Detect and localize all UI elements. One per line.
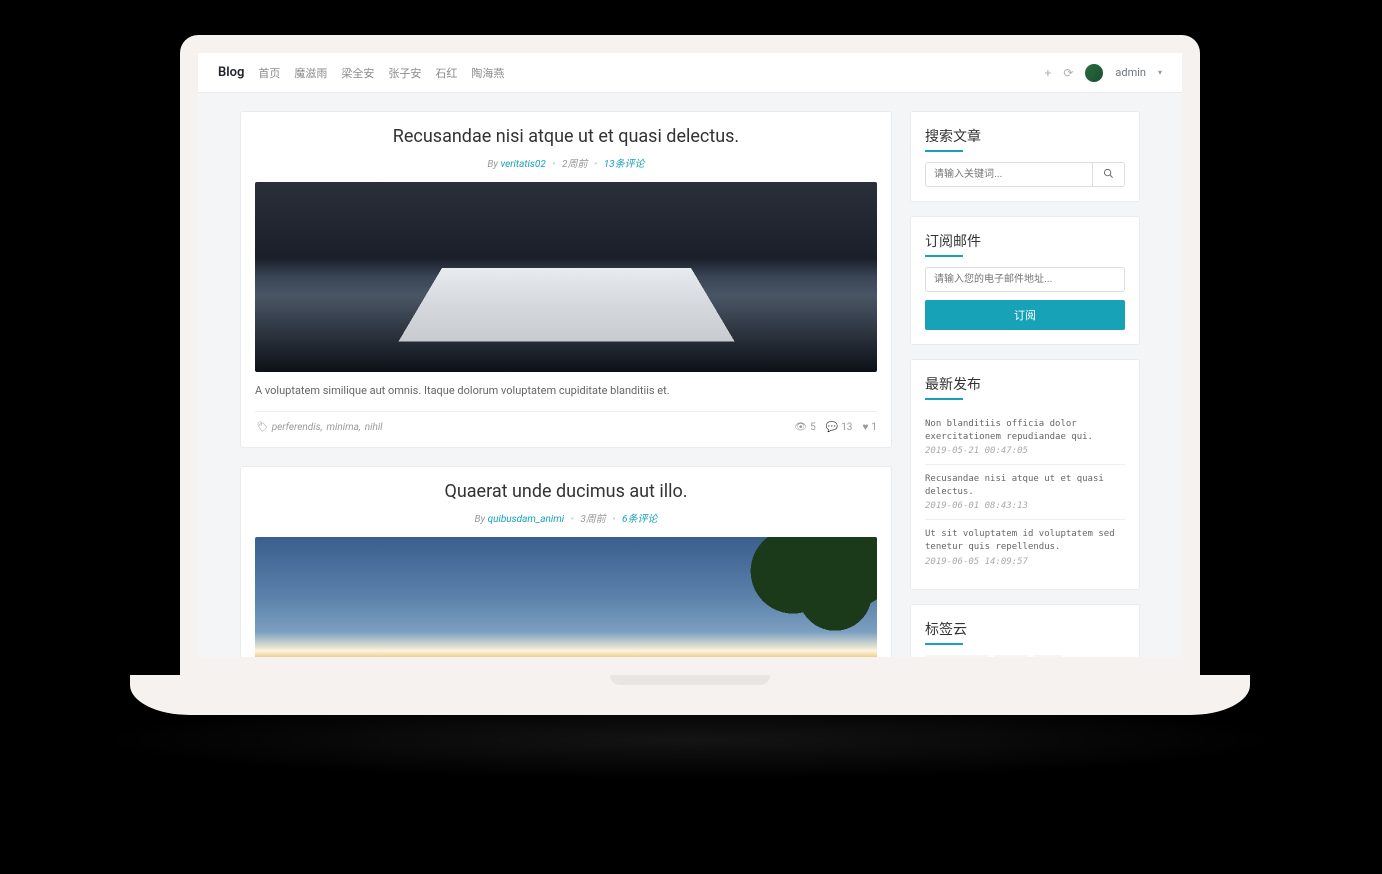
subscribe-widget: 订阅邮件 订阅 (910, 216, 1140, 345)
caret-icon[interactable]: ▾ (1158, 68, 1162, 77)
post-time: 2周前 (562, 159, 587, 170)
post-comments-link[interactable]: 13条评论 (604, 159, 645, 170)
tagcloud-widget: 标签云 consequaturdictanonrepellendusnihilp… (910, 604, 1140, 657)
recent-date: 2019-06-05 14:09:57 (925, 557, 1125, 567)
widget-title: 订阅邮件 (925, 231, 1125, 257)
recent-date: 2019-06-01 08:43:13 (925, 501, 1125, 511)
recent-date: 2019-05-21 00:47:05 (925, 446, 1125, 456)
widget-title: 最新发布 (925, 374, 1125, 400)
tag-link[interactable]: dicta (994, 655, 1028, 657)
nav-link-home[interactable]: 首页 (258, 65, 280, 81)
eye-icon: 👁 (794, 422, 807, 433)
post-image[interactable] (255, 537, 877, 657)
like-count: 1 (871, 422, 877, 433)
recent-widget: 最新发布 Non blanditiis officia dolor exerci… (910, 359, 1140, 590)
tag-link[interactable]: nihil (365, 422, 383, 433)
post-meta: By veritatis02 • 2周前 • 13条评论 (255, 155, 877, 170)
tag-link[interactable]: perferendis, (272, 422, 323, 433)
heart-icon[interactable]: ♥ (862, 422, 868, 433)
email-input[interactable] (925, 267, 1125, 292)
nav-link-2[interactable]: 梁全安 (341, 65, 374, 81)
plus-icon[interactable]: + (1045, 66, 1052, 80)
nav-link-5[interactable]: 陶海燕 (471, 65, 504, 81)
search-icon (1103, 168, 1114, 179)
screen-bezel: Blog 首页 魔滋雨 梁全安 张子安 石红 陶海燕 + ⟳ admin ▾ (180, 35, 1200, 675)
post-meta: By quibusdam_animi • 3周前 • 6条评论 (255, 510, 877, 525)
post-card: Recusandae nisi atque ut et quasi delect… (240, 111, 892, 448)
widget-title: 搜索文章 (925, 126, 1125, 152)
sidebar: 搜索文章 订阅邮件 订阅 最新发布 (910, 111, 1140, 657)
nav-link-3[interactable]: 张子安 (388, 65, 421, 81)
by-label: By (475, 514, 486, 525)
tag-link[interactable]: consequatur (925, 655, 989, 657)
nav-link-1[interactable]: 魔滋雨 (294, 65, 327, 81)
avatar[interactable] (1085, 64, 1103, 82)
post-time: 3周前 (580, 514, 605, 525)
view-count: 5 (810, 422, 816, 433)
post-tags: 🏷 perferendis, minima, nihil (255, 422, 383, 433)
main-column: Recusandae nisi atque ut et quasi delect… (240, 111, 892, 657)
subscribe-button[interactable]: 订阅 (925, 300, 1125, 330)
laptop-base (130, 675, 1250, 715)
laptop-frame: Blog 首页 魔滋雨 梁全安 张子安 石红 陶海燕 + ⟳ admin ▾ (180, 35, 1200, 715)
tag-icon: 🏷 (255, 422, 268, 433)
post-title[interactable]: Recusandae nisi atque ut et quasi delect… (255, 126, 877, 147)
brand[interactable]: Blog (218, 65, 244, 80)
tag-link[interactable]: minima, (326, 422, 360, 433)
post-card: Quaerat unde ducimus aut illo. By quibus… (240, 466, 892, 657)
tag-link[interactable]: non (1033, 655, 1062, 657)
comment-count: 13 (841, 422, 852, 433)
post-author[interactable]: veritatis02 (501, 159, 546, 170)
search-widget: 搜索文章 (910, 111, 1140, 202)
recent-title: Non blanditiis officia dolor exercitatio… (925, 418, 1125, 443)
by-label: By (487, 159, 498, 170)
widget-title: 标签云 (925, 619, 1125, 645)
recent-title: Recusandae nisi atque ut et quasi delect… (925, 473, 1125, 498)
search-input[interactable] (926, 163, 1092, 186)
user-name[interactable]: admin (1115, 66, 1146, 79)
post-image[interactable] (255, 182, 877, 372)
app-screen: Blog 首页 魔滋雨 梁全安 张子安 石红 陶海燕 + ⟳ admin ▾ (198, 53, 1182, 657)
post-excerpt: A voluptatem similique aut omnis. Itaque… (255, 384, 877, 397)
recent-title: Ut sit voluptatem id voluptatem sed tene… (925, 528, 1125, 553)
post-title[interactable]: Quaerat unde ducimus aut illo. (255, 481, 877, 502)
navbar: Blog 首页 魔滋雨 梁全安 张子安 石红 陶海燕 + ⟳ admin ▾ (198, 53, 1182, 93)
post-comments-link[interactable]: 6条评论 (622, 514, 657, 525)
comment-icon: 💬 (826, 422, 838, 433)
recent-item[interactable]: Non blanditiis officia dolor exercitatio… (925, 410, 1125, 465)
post-author[interactable]: quibusdam_animi (488, 514, 565, 525)
recent-item[interactable]: Ut sit voluptatem id voluptatem sed tene… (925, 520, 1125, 574)
nav-link-4[interactable]: 石红 (435, 65, 457, 81)
recent-item[interactable]: Recusandae nisi atque ut et quasi delect… (925, 465, 1125, 520)
search-button[interactable] (1092, 163, 1124, 186)
refresh-icon[interactable]: ⟳ (1063, 66, 1073, 80)
